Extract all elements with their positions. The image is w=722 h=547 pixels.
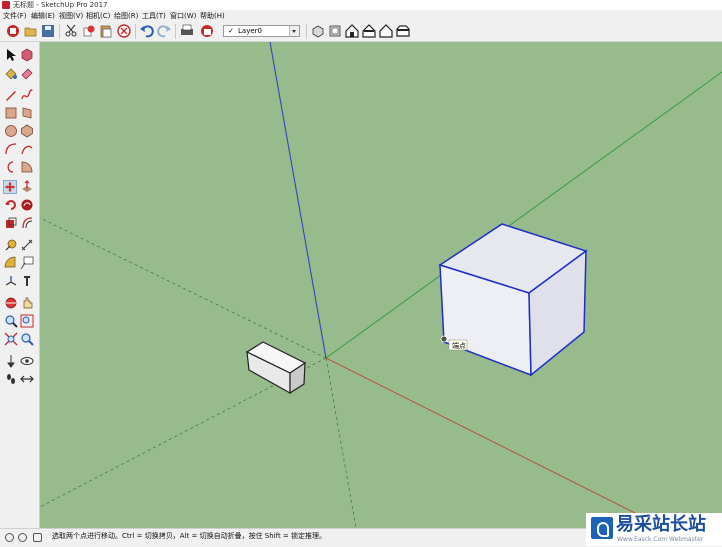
make-component-icon[interactable]: [20, 48, 34, 62]
left-view-icon[interactable]: [396, 24, 410, 38]
red-axis-negative: [40, 217, 327, 359]
save-icon[interactable]: [41, 24, 55, 38]
paint-bucket-icon[interactable]: [4, 66, 18, 80]
cut-icon[interactable]: [64, 24, 78, 38]
layer-current-value: Layer0: [238, 27, 262, 35]
redo-icon[interactable]: [157, 24, 171, 38]
chevron-down-icon[interactable]: [289, 26, 299, 36]
rotated-rectangle-icon[interactable]: [20, 106, 34, 120]
scene-drawing: 端点: [40, 42, 722, 528]
site-logo-icon: [591, 517, 613, 539]
zoom-extents-icon[interactable]: [4, 332, 18, 346]
iso-view-icon[interactable]: [311, 24, 325, 38]
freehand-icon[interactable]: [20, 88, 34, 102]
scale-icon[interactable]: [4, 216, 18, 230]
push-pull-icon[interactable]: [20, 180, 34, 194]
model-info-icon[interactable]: [200, 24, 214, 38]
erase-icon[interactable]: [117, 24, 131, 38]
undo-icon[interactable]: [140, 24, 154, 38]
look-around-icon[interactable]: [20, 354, 34, 368]
orbit-icon[interactable]: [4, 296, 18, 310]
inference-tooltip: 端点: [452, 341, 466, 350]
help-info-icon[interactable]: [33, 533, 42, 542]
follow-me-icon[interactable]: [20, 198, 34, 212]
menu-edit[interactable]: 编辑(E): [31, 10, 55, 22]
front-view-icon[interactable]: [345, 24, 359, 38]
menu-bar: 文件(F) 编辑(E) 视图(V) 相机(C) 绘图(R) 工具(T) 窗口(W…: [0, 10, 722, 22]
arc-icon[interactable]: [4, 142, 18, 156]
two-point-arc-icon[interactable]: [20, 142, 34, 156]
red-axis: [325, 357, 666, 528]
dimension-icon[interactable]: [20, 238, 34, 252]
top-view-icon[interactable]: [328, 24, 342, 38]
3d-text-icon[interactable]: [20, 274, 34, 288]
rotate-icon[interactable]: [4, 198, 18, 212]
endpoint-marker-icon: [440, 335, 448, 343]
toolbar-separator: [135, 24, 136, 39]
menu-camera[interactable]: 相机(C): [86, 10, 110, 22]
cube-component[interactable]: [438, 223, 588, 377]
main-toolbar: ✓ Layer0: [0, 22, 722, 42]
print-icon[interactable]: [180, 24, 194, 38]
small-box-component[interactable]: [245, 341, 307, 395]
window-title: 无标题 - SketchUp Pro 2017: [13, 1, 108, 9]
polygon-icon[interactable]: [20, 124, 34, 138]
zoom-window-icon[interactable]: [20, 314, 34, 328]
new-file-icon[interactable]: [6, 24, 20, 38]
blue-axis: [269, 42, 327, 359]
axes-icon[interactable]: [4, 274, 18, 288]
walk-footprints-icon[interactable]: [4, 372, 18, 386]
site-watermark: 易采站长站 Www.Easck.Com Webmaster: [586, 513, 722, 546]
section-plane-icon[interactable]: [20, 372, 34, 386]
sketchup-app-icon: [2, 1, 10, 9]
menu-help[interactable]: 帮助(H): [200, 10, 225, 22]
tape-measure-icon[interactable]: [4, 238, 18, 252]
menu-window[interactable]: 窗口(W): [170, 10, 196, 22]
right-view-icon[interactable]: [362, 24, 376, 38]
toolbar-separator: [306, 24, 307, 39]
zoom-icon[interactable]: [4, 314, 18, 328]
tool-palette: [0, 42, 40, 528]
menu-view[interactable]: 视图(V): [59, 10, 83, 22]
credits-icon[interactable]: [18, 533, 27, 542]
layer-select[interactable]: ✓ Layer0: [223, 25, 300, 37]
status-hint-text: 选取两个点进行移动。Ctrl = 切换拷贝，Alt = 切换自动折叠，按住 Sh…: [52, 532, 327, 540]
three-point-arc-icon[interactable]: [4, 160, 18, 174]
protractor-icon[interactable]: [4, 256, 18, 270]
circle-icon[interactable]: [4, 124, 18, 138]
open-folder-icon[interactable]: [24, 24, 38, 38]
model-viewport[interactable]: 端点: [40, 42, 722, 528]
rectangle-icon[interactable]: [4, 106, 18, 120]
toolbar-separator: [175, 24, 176, 39]
blue-axis-negative: [325, 357, 357, 528]
line-pencil-icon[interactable]: [4, 88, 18, 102]
watermark-brand: 易采站长站: [616, 514, 706, 535]
eraser-icon[interactable]: [20, 66, 34, 80]
move-tool-icon[interactable]: [3, 180, 17, 194]
position-camera-icon[interactable]: [4, 354, 18, 368]
back-view-icon[interactable]: [379, 24, 393, 38]
pie-icon[interactable]: [20, 160, 34, 174]
text-label-icon[interactable]: [20, 256, 34, 270]
paste-icon[interactable]: [99, 24, 113, 38]
layer-visible-check: ✓: [228, 27, 234, 35]
menu-file[interactable]: 文件(F): [3, 10, 27, 22]
title-bar: 无标题 - SketchUp Pro 2017: [0, 0, 722, 10]
pan-hand-icon[interactable]: [20, 296, 34, 310]
previous-view-icon[interactable]: [20, 332, 34, 346]
menu-draw[interactable]: 绘图(R): [114, 10, 138, 22]
watermark-url: Www.Easck.Com Webmaster: [617, 536, 704, 543]
toolbar-separator: [59, 24, 60, 39]
georeference-icon[interactable]: [5, 533, 14, 542]
offset-icon[interactable]: [20, 216, 34, 230]
menu-tools[interactable]: 工具(T): [142, 10, 166, 22]
select-arrow-icon[interactable]: [4, 48, 18, 62]
copy-icon[interactable]: [82, 24, 96, 38]
